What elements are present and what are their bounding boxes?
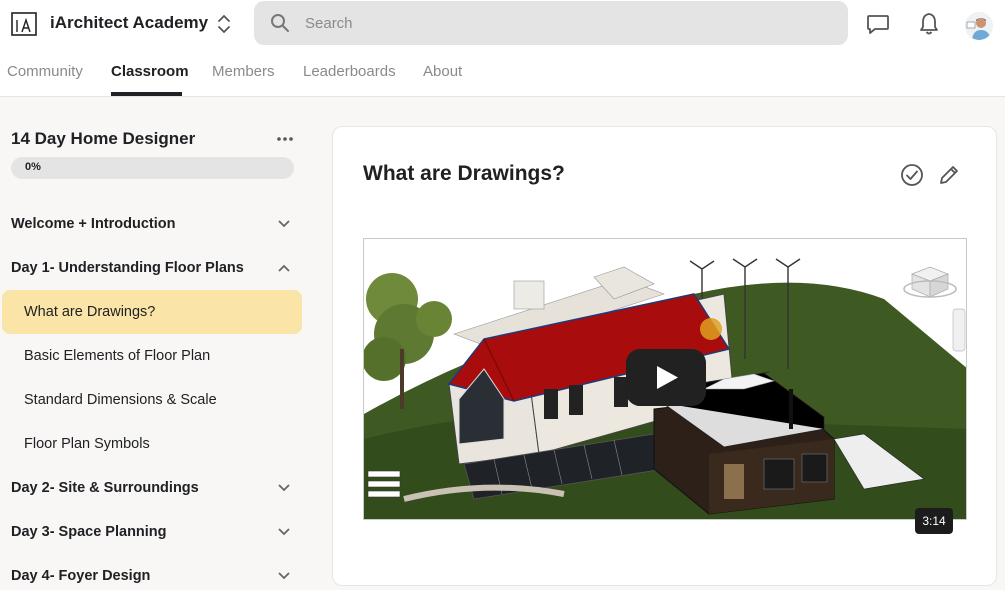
- logo-icon[interactable]: [11, 12, 37, 36]
- chevron-down-icon[interactable]: [277, 483, 291, 493]
- chat-icon[interactable]: [865, 11, 891, 37]
- group-switcher-icon[interactable]: [215, 13, 233, 35]
- tab-classroom[interactable]: Classroom: [111, 63, 189, 80]
- course-progress-bar: 0%: [11, 157, 294, 179]
- top-header: iArchitect Academy Community Classroom M…: [0, 0, 1005, 97]
- check-circle-icon[interactable]: [900, 163, 924, 187]
- active-tab-indicator: [111, 92, 182, 96]
- section-label: Day 1- Understanding Floor Plans: [11, 260, 244, 276]
- tab-leaderboards[interactable]: Leaderboards: [303, 63, 396, 80]
- brand-name[interactable]: iArchitect Academy: [50, 13, 208, 33]
- play-icon: [657, 366, 678, 389]
- video-duration-badge: 3:14: [915, 508, 953, 534]
- lesson-item-standard-dimensions[interactable]: Standard Dimensions & Scale: [24, 392, 217, 408]
- chevron-down-icon[interactable]: [277, 571, 291, 581]
- tab-community[interactable]: Community: [7, 63, 83, 80]
- course-title: 14 Day Home Designer: [11, 129, 196, 148]
- section-label: Day 2- Site & Surroundings: [11, 480, 199, 496]
- search-bar[interactable]: [254, 1, 848, 45]
- lesson-card: What are Drawings? 3:14: [332, 126, 997, 586]
- section-label: Day 3- Space Planning: [11, 524, 167, 540]
- chevron-down-icon[interactable]: [277, 219, 291, 229]
- lesson-item-what-are-drawings[interactable]: What are Drawings?: [24, 304, 155, 320]
- lesson-item-floor-plan-symbols[interactable]: Floor Plan Symbols: [24, 436, 150, 452]
- play-button[interactable]: [626, 349, 706, 406]
- chevron-up-icon[interactable]: [277, 263, 291, 273]
- nav-tabs: Community Classroom Members Leaderboards…: [0, 55, 600, 97]
- pencil-icon[interactable]: [937, 163, 961, 187]
- avatar[interactable]: [965, 12, 993, 40]
- search-input[interactable]: [305, 1, 825, 45]
- more-options-icon[interactable]: [276, 131, 294, 147]
- tab-members[interactable]: Members: [212, 63, 275, 80]
- search-icon: [271, 14, 289, 32]
- section-label: Welcome + Introduction: [11, 216, 176, 232]
- lesson-title: What are Drawings?: [363, 162, 565, 185]
- tab-about[interactable]: About: [423, 63, 462, 80]
- video-player[interactable]: [363, 238, 967, 520]
- section-label: Day 4- Foyer Design: [11, 568, 151, 584]
- bell-icon[interactable]: [916, 11, 942, 37]
- chevron-down-icon[interactable]: [277, 527, 291, 537]
- lesson-item-basic-elements[interactable]: Basic Elements of Floor Plan: [24, 348, 210, 364]
- progress-label: 0%: [25, 161, 41, 173]
